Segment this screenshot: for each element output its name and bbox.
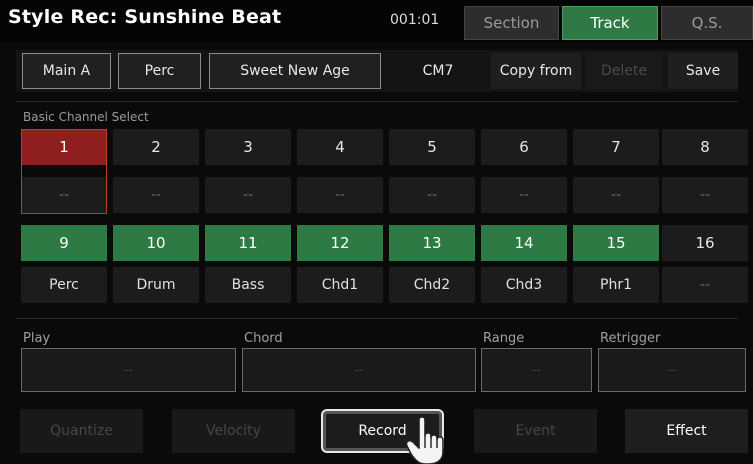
retrigger-field[interactable]: -- xyxy=(598,348,746,392)
tab-qs[interactable]: Q.S. xyxy=(661,6,753,40)
divider xyxy=(16,101,738,102)
velocity-button[interactable]: Velocity xyxy=(172,409,295,453)
play-label: Play xyxy=(23,331,51,346)
channel-14-button[interactable]: 14 xyxy=(481,225,567,261)
quantize-button[interactable]: Quantize xyxy=(20,409,143,453)
range-label: Range xyxy=(483,331,525,346)
track-select-button[interactable]: Perc xyxy=(118,53,201,89)
channel-10-label: Drum xyxy=(113,267,199,303)
channel-7-label: -- xyxy=(573,177,659,213)
channel-11-label: Bass xyxy=(205,267,291,303)
divider xyxy=(16,318,738,319)
channel-10-button[interactable]: 10 xyxy=(113,225,199,261)
event-button[interactable]: Event xyxy=(474,409,597,453)
voice-select-button[interactable]: Sweet New Age xyxy=(209,53,381,89)
channel-2-button[interactable]: 2 xyxy=(113,129,199,165)
page-title: Style Rec: Sunshine Beat xyxy=(8,6,282,28)
channel-15-label: Phr1 xyxy=(573,267,659,303)
chord-label: Chord xyxy=(244,331,283,346)
channel-5-button[interactable]: 5 xyxy=(389,129,475,165)
channel-16-label: -- xyxy=(662,267,748,303)
retrigger-label: Retrigger xyxy=(600,331,661,346)
channel-5-label: -- xyxy=(389,177,475,213)
channel-14-label: Chd3 xyxy=(481,267,567,303)
channel-13-label: Chd2 xyxy=(389,267,475,303)
channel-16-button[interactable]: 16 xyxy=(662,225,748,261)
channel-4-label: -- xyxy=(297,177,383,213)
channel-12-button[interactable]: 12 xyxy=(297,225,383,261)
effect-button[interactable]: Effect xyxy=(625,409,748,453)
channel-7-button[interactable]: 7 xyxy=(573,129,659,165)
channel-8-label: -- xyxy=(662,177,748,213)
channel-6-button[interactable]: 6 xyxy=(481,129,567,165)
channel-11-button[interactable]: 11 xyxy=(205,225,291,261)
channel-3-button[interactable]: 3 xyxy=(205,129,291,165)
save-button[interactable]: Save xyxy=(668,53,738,89)
chord-field[interactable]: -- xyxy=(242,348,476,392)
channel-9-button[interactable]: 9 xyxy=(21,225,107,261)
channel-3-label: -- xyxy=(205,177,291,213)
channel-13-button[interactable]: 13 xyxy=(389,225,475,261)
channel-2-label: -- xyxy=(113,177,199,213)
channel-12-label: Chd1 xyxy=(297,267,383,303)
basic-channel-select-label: Basic Channel Select xyxy=(23,110,149,124)
delete-button[interactable]: Delete xyxy=(586,53,662,89)
copy-from-button[interactable]: Copy from xyxy=(491,53,581,89)
range-field[interactable]: -- xyxy=(481,348,592,392)
selected-channel-outline xyxy=(21,129,107,214)
song-position: 001:01 xyxy=(390,12,440,28)
hand-pointer-icon xyxy=(405,416,444,464)
channel-6-label: -- xyxy=(481,177,567,213)
channel-15-button[interactable]: 15 xyxy=(573,225,659,261)
section-select-button[interactable]: Main A xyxy=(22,53,111,89)
channel-9-label: Perc xyxy=(21,267,107,303)
play-field[interactable]: -- xyxy=(21,348,236,392)
tab-section[interactable]: Section xyxy=(464,6,559,40)
tab-track[interactable]: Track xyxy=(562,6,658,40)
chord-display: CM7 xyxy=(422,63,454,79)
channel-4-button[interactable]: 4 xyxy=(297,129,383,165)
channel-8-button[interactable]: 8 xyxy=(662,129,748,165)
